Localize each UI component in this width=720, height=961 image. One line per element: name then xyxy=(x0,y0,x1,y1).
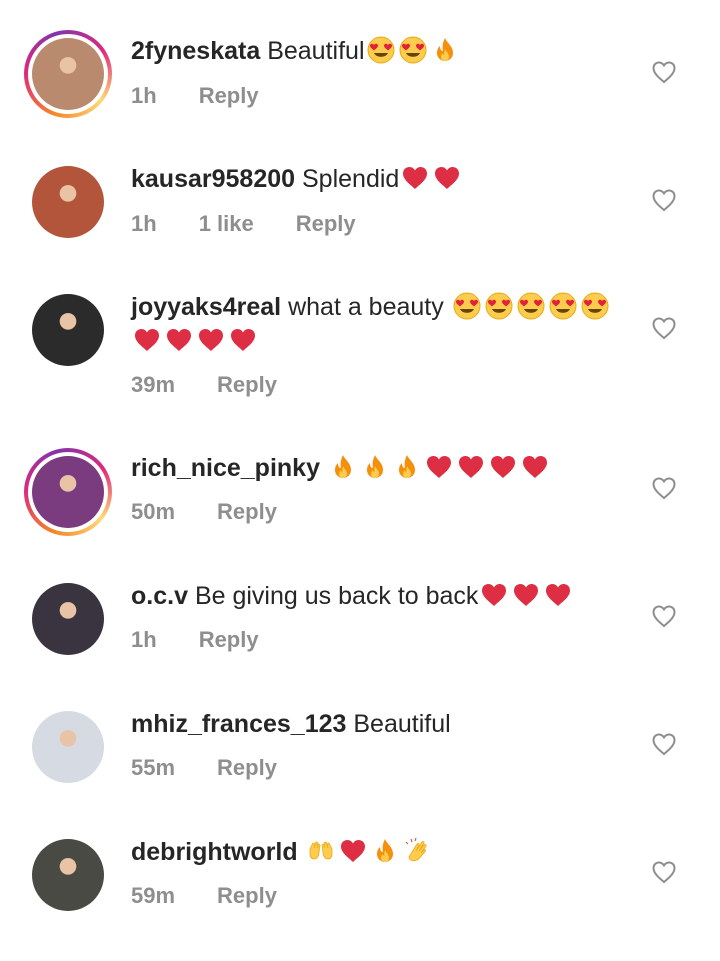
like-heart-icon[interactable] xyxy=(650,858,678,886)
comment-meta: 55m Reply xyxy=(131,755,277,781)
heart-eyes-emoji-icon xyxy=(581,292,609,320)
red-heart-emoji-icon xyxy=(401,164,429,192)
heart-eyes-emoji-icon xyxy=(367,36,395,64)
avatar-container[interactable] xyxy=(32,166,104,238)
comment-username[interactable]: 2fyneskata xyxy=(131,37,260,65)
comment-timestamp: 50m xyxy=(131,499,176,524)
red-heart-emoji-icon xyxy=(229,326,257,354)
comment-timestamp: 39m xyxy=(131,372,176,397)
comment-meta: 50m Reply xyxy=(131,499,277,525)
comment-timestamp: 1h xyxy=(131,627,157,652)
reply-button[interactable]: Reply xyxy=(217,883,277,909)
comment-body: o.c.v Be giving us back to back xyxy=(131,579,620,613)
red-heart-emoji-icon xyxy=(457,453,485,481)
fire-emoji-icon xyxy=(371,837,399,865)
comment-timestamp: 1h xyxy=(131,83,157,108)
comment-username[interactable]: kausar958200 xyxy=(131,165,295,193)
avatar[interactable] xyxy=(32,839,104,911)
avatar-story-ring[interactable] xyxy=(24,30,112,118)
avatar[interactable] xyxy=(32,166,104,238)
avatar[interactable] xyxy=(32,711,104,783)
comment-text: Beautiful xyxy=(267,37,365,65)
reply-button[interactable]: Reply xyxy=(217,755,277,781)
red-heart-emoji-icon xyxy=(165,326,193,354)
comment-like-count[interactable]: 1 like xyxy=(199,211,254,237)
reply-button[interactable]: Reply xyxy=(199,627,259,653)
comment-text: what a beauty xyxy=(288,293,451,321)
avatar[interactable] xyxy=(32,456,104,528)
red-heart-emoji-icon xyxy=(197,326,225,354)
comment-timestamp: 55m xyxy=(131,755,176,780)
heart-eyes-emoji-icon xyxy=(453,292,481,320)
like-heart-icon[interactable] xyxy=(650,474,678,502)
comment-username[interactable]: mhiz_frances_123 xyxy=(131,710,346,738)
comment-text: Beautiful xyxy=(353,710,451,738)
like-heart-icon[interactable] xyxy=(650,314,678,342)
red-heart-emoji-icon xyxy=(544,581,572,609)
comment-body: kausar958200 Splendid xyxy=(131,162,620,196)
red-heart-emoji-icon xyxy=(489,453,517,481)
red-heart-emoji-icon xyxy=(480,581,508,609)
comment-username[interactable]: o.c.v xyxy=(131,582,188,610)
comment-username[interactable]: debrightworld xyxy=(131,838,298,866)
comment-text: Be giving us back to back xyxy=(194,582,479,610)
fire-emoji-icon xyxy=(431,36,459,64)
heart-eyes-emoji-icon xyxy=(485,292,513,320)
reply-button[interactable]: Reply xyxy=(217,499,277,525)
comment-username[interactable]: rich_nice_pinky xyxy=(131,454,320,482)
heart-eyes-emoji-icon xyxy=(517,292,545,320)
heart-eyes-emoji-icon xyxy=(549,292,577,320)
fire-emoji-icon xyxy=(329,453,357,481)
comment-timestamp: 1h xyxy=(131,211,157,236)
reply-button[interactable]: Reply xyxy=(217,372,277,398)
red-heart-emoji-icon xyxy=(521,453,549,481)
red-heart-emoji-icon xyxy=(433,164,461,192)
fire-emoji-icon xyxy=(393,453,421,481)
avatar-container[interactable] xyxy=(32,294,104,366)
comment-body: joyyaks4real what a beauty xyxy=(131,290,620,358)
comment-timestamp: 59m xyxy=(131,883,176,908)
red-heart-emoji-icon xyxy=(512,581,540,609)
comment-body: 2fyneskata Beautiful xyxy=(131,34,620,68)
avatar-container[interactable] xyxy=(32,711,104,783)
comment-meta: 1h 1 like Reply xyxy=(131,211,356,237)
avatar[interactable] xyxy=(32,294,104,366)
like-heart-icon[interactable] xyxy=(650,730,678,758)
comment-meta: 1h Reply xyxy=(131,83,259,109)
comment-meta: 1h Reply xyxy=(131,627,259,653)
comment-meta: 39m Reply xyxy=(131,372,277,398)
comment-meta: 59m Reply xyxy=(131,883,277,909)
comment-username[interactable]: joyyaks4real xyxy=(131,293,281,321)
avatar[interactable] xyxy=(32,38,104,110)
red-heart-emoji-icon xyxy=(339,837,367,865)
clapping-hands-emoji-icon xyxy=(403,837,431,865)
comment-body: debrightworld xyxy=(131,835,620,869)
reply-button[interactable]: Reply xyxy=(199,83,259,109)
heart-eyes-emoji-icon xyxy=(399,36,427,64)
comment-text: Splendid xyxy=(302,165,400,193)
avatar-story-ring[interactable] xyxy=(24,448,112,536)
avatar[interactable] xyxy=(32,583,104,655)
comment-body: mhiz_frances_123 Beautiful xyxy=(131,707,620,741)
red-heart-emoji-icon xyxy=(133,326,161,354)
comment-body: rich_nice_pinky xyxy=(131,451,620,485)
avatar-container[interactable] xyxy=(32,583,104,655)
avatar-container[interactable] xyxy=(32,839,104,911)
fire-emoji-icon xyxy=(361,453,389,481)
reply-button[interactable]: Reply xyxy=(296,211,356,237)
like-heart-icon[interactable] xyxy=(650,602,678,630)
red-heart-emoji-icon xyxy=(425,453,453,481)
like-heart-icon[interactable] xyxy=(650,186,678,214)
raising-hands-emoji-icon xyxy=(307,837,335,865)
like-heart-icon[interactable] xyxy=(650,58,678,86)
